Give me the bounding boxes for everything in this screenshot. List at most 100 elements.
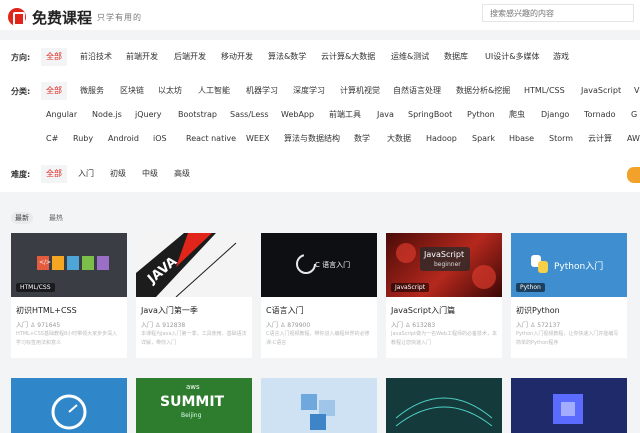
course-card[interactable] xyxy=(386,378,502,433)
course-badge: HTML/CSS xyxy=(16,283,55,292)
category-chip[interactable]: 区块链 xyxy=(120,82,144,100)
category-chip[interactable]: 爬虫 xyxy=(509,106,525,124)
direction-chip[interactable]: 算法&数学 xyxy=(268,48,306,66)
category-chip[interactable]: 云计算 xyxy=(588,130,612,148)
course-card[interactable]: aws SUMMIT Beijing xyxy=(136,378,252,433)
course-meta: 入门 ♙ 971645 xyxy=(16,320,60,329)
category-chip[interactable]: Storm xyxy=(549,130,573,148)
category-chip[interactable]: Sass/Less xyxy=(230,106,269,124)
category-chip[interactable]: Ruby xyxy=(73,130,93,148)
category-chip[interactable]: 计算机视觉 xyxy=(340,82,380,100)
direction-chip[interactable]: 前沿技术 xyxy=(80,48,112,66)
search-input[interactable] xyxy=(482,4,634,22)
category-chip[interactable]: Bootstrap xyxy=(178,106,217,124)
thumb-js-text: JavaScript xyxy=(424,250,465,259)
thumb-code-text: </> xyxy=(39,259,52,266)
direction-chip[interactable]: 游戏 xyxy=(553,48,569,66)
thumb-c-text: C 语言入门 xyxy=(315,261,351,269)
category-chip[interactable]: G xyxy=(631,106,637,124)
course-level: 入门 xyxy=(266,322,279,329)
course-card[interactable] xyxy=(511,378,627,433)
tab-hottest[interactable]: 最热 xyxy=(45,212,67,224)
course-title: Java入门第一季 xyxy=(141,306,198,315)
filter-panel: 方向: 全部 前沿技术 前端开发 后端开发 移动开发 算法&数学 云计算&大数据… xyxy=(0,40,640,192)
course-card[interactable]: C 语言入门 C语言入门 入门 ♙ 879900 C语言入门视频教程，带你进入编… xyxy=(261,233,377,358)
user-icon: ♙ xyxy=(279,322,286,329)
category-chip[interactable]: SpringBoot xyxy=(408,106,452,124)
category-chip[interactable]: 全部 xyxy=(41,82,67,100)
category-row: 分类: 全部 微服务 区块链 以太坊 人工智能 机器学习 深度学习 计算机视觉 … xyxy=(0,82,640,100)
category-chip[interactable]: Hadoop xyxy=(426,130,457,148)
category-chip[interactable]: JavaScript xyxy=(581,82,621,100)
category-chip[interactable]: Angular xyxy=(46,106,77,124)
difficulty-chip[interactable]: 全部 xyxy=(41,165,67,183)
direction-chip[interactable]: 数据库 xyxy=(444,48,468,66)
difficulty-chip[interactable]: 高级 xyxy=(174,165,190,183)
category-row: Angular Node.js jQuery Bootstrap Sass/Le… xyxy=(0,106,640,124)
category-chip[interactable]: 算法与数据结构 xyxy=(284,130,340,148)
course-meta: 入门 ♙ 912838 xyxy=(141,320,185,329)
category-chip[interactable]: 前端工具 xyxy=(329,106,361,124)
category-chip[interactable]: 大数据 xyxy=(387,130,411,148)
course-desc: JavaScript做为一名Web工程师的必备技术，本教程让您快速入门 xyxy=(391,331,497,346)
user-icon: ♙ xyxy=(29,322,36,329)
course-count: 971645 xyxy=(37,322,61,329)
chip-illustration xyxy=(553,394,583,424)
summit-text: SUMMIT xyxy=(160,394,225,410)
course-card[interactable] xyxy=(261,378,377,433)
category-chip[interactable]: 深度学习 xyxy=(293,82,325,100)
difficulty-chip[interactable]: 入门 xyxy=(78,165,94,183)
category-chip[interactable]: 数学 xyxy=(354,130,370,148)
course-card[interactable]: Python入门 Python 初识Python 入门 ♙ 572137 Pyt… xyxy=(511,233,627,358)
direction-chip[interactable]: 全部 xyxy=(41,48,67,66)
user-icon: ♙ xyxy=(404,322,411,329)
category-chip[interactable]: 数据分析&挖掘 xyxy=(456,82,510,100)
category-chip[interactable]: V xyxy=(634,82,639,100)
category-chip[interactable]: Node.js xyxy=(92,106,122,124)
direction-chip[interactable]: 前端开发 xyxy=(126,48,158,66)
category-chip[interactable]: AW xyxy=(627,130,640,148)
category-chip[interactable]: React native xyxy=(186,130,236,148)
category-chip[interactable]: 以太坊 xyxy=(158,82,182,100)
category-chip[interactable]: Hbase xyxy=(509,130,534,148)
course-meta: 入门 ♙ 879900 xyxy=(266,320,310,329)
difficulty-chip[interactable]: 中级 xyxy=(142,165,158,183)
direction-chip[interactable]: 后端开发 xyxy=(174,48,206,66)
category-chip[interactable]: jQuery xyxy=(135,106,162,124)
category-chip[interactable]: Java xyxy=(377,106,394,124)
category-chip[interactable]: iOS xyxy=(153,130,167,148)
aws-logo: aws xyxy=(186,383,200,391)
category-chip[interactable]: 微服务 xyxy=(80,82,104,100)
side-toggle-button[interactable] xyxy=(627,167,640,183)
category-chip[interactable]: Spark xyxy=(472,130,495,148)
category-chip[interactable]: C# xyxy=(46,130,58,148)
category-chip[interactable]: 机器学习 xyxy=(246,82,278,100)
category-chip[interactable]: Android xyxy=(108,130,139,148)
course-card[interactable]: JavaScript beginner JavaScript JavaScrip… xyxy=(386,233,502,358)
direction-chip[interactable]: 运维&测试 xyxy=(391,48,429,66)
thumb-js-sub: beginner xyxy=(434,261,461,268)
course-card[interactable] xyxy=(11,378,127,433)
category-chip[interactable]: WEEX xyxy=(246,130,270,148)
category-chip[interactable]: Python xyxy=(467,106,495,124)
category-chip[interactable]: 自然语言处理 xyxy=(393,82,441,100)
logo-icon[interactable] xyxy=(8,8,26,26)
category-chip[interactable]: Django xyxy=(541,106,569,124)
direction-chip[interactable]: 云计算&大数据 xyxy=(321,48,375,66)
course-desc: C语言入门视频教程，带你进入编程世界的必修课-C语言 xyxy=(266,331,370,346)
category-chip[interactable]: HTML/CSS xyxy=(524,82,565,100)
difficulty-label: 难度: xyxy=(11,170,31,179)
course-desc: Python入门视频教程，让你快速入门并能编写简单的Python程序 xyxy=(516,331,619,346)
direction-chip[interactable]: 移动开发 xyxy=(221,48,253,66)
slogan: 只学有用的 xyxy=(97,13,142,22)
category-chip[interactable]: 人工智能 xyxy=(198,82,230,100)
category-chip[interactable]: WebApp xyxy=(281,106,314,124)
difficulty-chip[interactable]: 初级 xyxy=(110,165,126,183)
course-card[interactable]: JAVA Java入门第一季 入门 ♙ 912838 本课程为Java入门第一季… xyxy=(136,233,252,358)
course-thumbnail: Python入门 Python xyxy=(511,233,627,297)
tab-newest[interactable]: 最新 xyxy=(11,212,33,224)
direction-chip[interactable]: UI设计&多媒体 xyxy=(485,48,539,66)
course-card[interactable]: </> HTML/CSS 初识HTML+CSS 入门 ♙ 971645 HTML… xyxy=(11,233,127,358)
category-row: C# Ruby Android iOS React native WEEX 算法… xyxy=(0,130,640,148)
category-chip[interactable]: Tornado xyxy=(584,106,616,124)
